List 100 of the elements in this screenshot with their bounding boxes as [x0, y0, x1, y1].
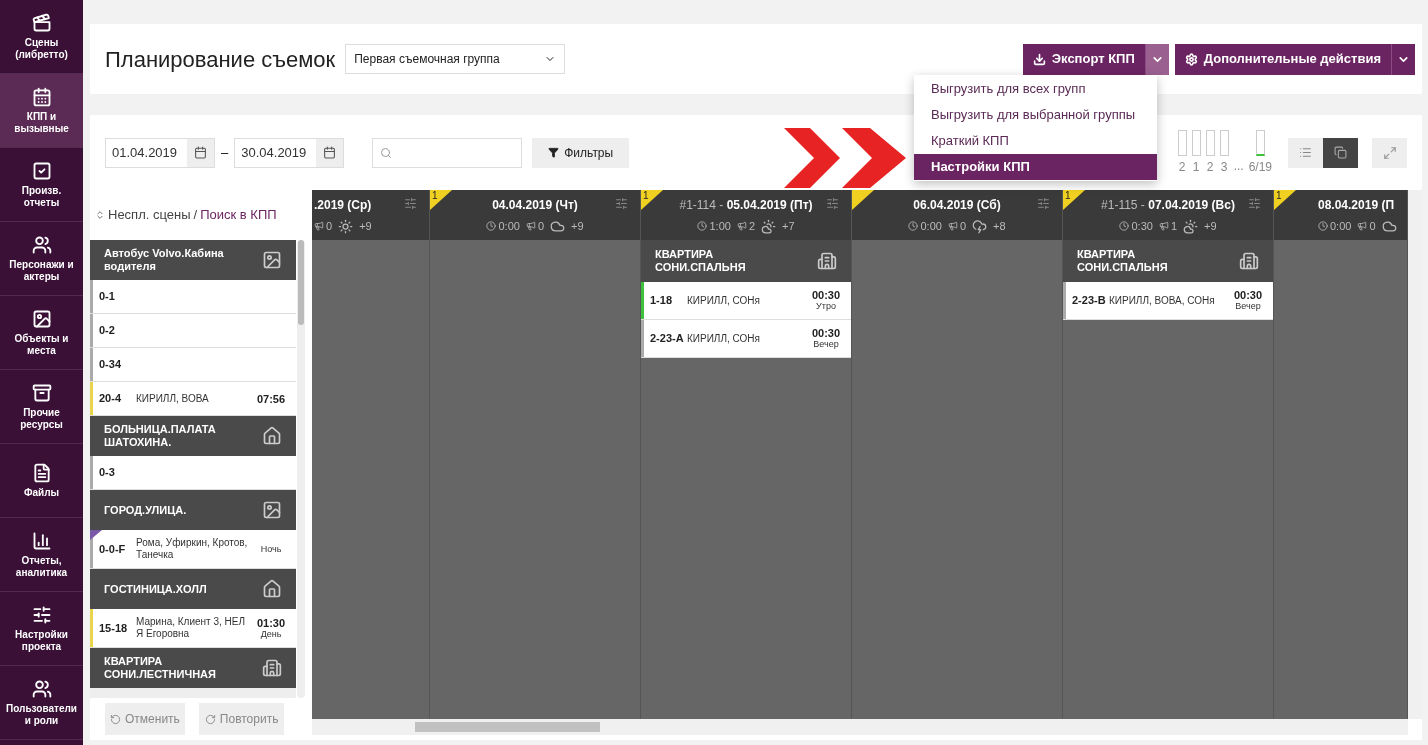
- location-icon: [262, 250, 283, 270]
- redo-icon: [204, 713, 216, 725]
- scene-row[interactable]: 0-1: [90, 280, 297, 314]
- scene-row[interactable]: 0-0-F Рома, Уфиркин, Кротов, Танечка Ночь: [90, 530, 297, 569]
- scene-cast: Рома, Уфиркин, Кротов, Танечка: [136, 537, 249, 561]
- export-caret-button[interactable]: [1144, 43, 1169, 75]
- weather-icon: [1381, 218, 1397, 234]
- scene-number: 15-18: [99, 620, 129, 636]
- sidebar-item[interactable]: КПП и вызывные: [0, 74, 83, 148]
- day-date: 04.04.2019 (Чт): [492, 197, 578, 212]
- scene-number: 1-18: [650, 293, 674, 309]
- day-flag: 1: [430, 190, 452, 210]
- scene-cast: КИРИЛЛ, СОНя: [687, 294, 761, 307]
- page-title: Планирование съемок: [105, 45, 336, 74]
- day-settings-icon[interactable]: [1037, 197, 1050, 210]
- nav-icon: [31, 382, 52, 403]
- building-icon: [817, 251, 837, 271]
- location-name: Автобус Volvo.Кабина водителя: [104, 247, 225, 273]
- scene-duration: 00:30: [1233, 289, 1263, 301]
- filters-button[interactable]: Фильтры: [532, 137, 630, 168]
- day-flag: 1: [641, 190, 663, 210]
- scene-row[interactable]: 0-3: [90, 456, 297, 490]
- day-settings-icon[interactable]: [1248, 197, 1261, 210]
- clock-icon: [908, 221, 919, 231]
- actions-button[interactable]: Дополнительные действия: [1174, 43, 1391, 75]
- scene-cast: КИРИЛЛ, СОНя: [687, 332, 761, 345]
- megaphone-icon: [1357, 221, 1368, 231]
- menu-item[interactable]: Настройки КПП: [914, 154, 1157, 180]
- nav-icon: [31, 234, 52, 255]
- menu-item[interactable]: Выгрузить для всех групп: [914, 76, 1157, 102]
- view-toggle[interactable]: [1323, 137, 1358, 168]
- day-duration: 1:00: [697, 217, 731, 235]
- sidebar-item[interactable]: Персонажи и актеры: [0, 222, 83, 296]
- expand-button[interactable]: [1372, 137, 1407, 168]
- nav-label: Прочие ресурсы: [19, 406, 64, 431]
- scene-row[interactable]: 0-34: [90, 348, 297, 382]
- day-extra: +7: [782, 218, 795, 234]
- nav-label: Произв. отчеты: [20, 184, 63, 209]
- nav-icon: [31, 678, 52, 699]
- scene-duration: 01:30: [256, 616, 286, 629]
- nav-label: Пользователи и роли: [5, 702, 78, 727]
- nav-label: Отчеты, аналитика: [14, 554, 69, 579]
- date-field[interactable]: 01.04.2019: [105, 137, 215, 168]
- location-icon: [262, 426, 283, 446]
- location-name: КВАРТИРА СОНИ.СПАЛЬНЯ: [1077, 248, 1169, 274]
- day-date: 05.04.2019 (Пт): [726, 197, 813, 212]
- sidebar-item[interactable]: Прочие ресурсы: [0, 370, 83, 444]
- megaphone-icon: [525, 221, 536, 231]
- actions-caret-button[interactable]: [1391, 43, 1415, 75]
- scene-number: 2-23-А: [650, 331, 685, 347]
- scene-cast: КИРИЛЛ, ВОВА, СОНя: [1109, 294, 1216, 307]
- group-select[interactable]: Первая съемочная группа: [345, 44, 566, 74]
- scene-daypart: День: [260, 628, 282, 640]
- sidebar-item[interactable]: Отчеты, аналитика: [0, 518, 83, 592]
- sidebar-item[interactable]: Файлы: [0, 444, 83, 518]
- day-settings-icon[interactable]: [404, 197, 417, 210]
- day-extra: +9: [1204, 218, 1217, 234]
- scene-row[interactable]: 1-18 КИРИЛЛ, СОНя 00:30 Утро: [641, 282, 851, 320]
- scene-daypart: Вечер: [1235, 301, 1261, 312]
- search-field[interactable]: [372, 137, 523, 168]
- weather-icon: [550, 218, 565, 234]
- search-link[interactable]: Поиск в КПП: [200, 205, 277, 225]
- day-duration: 0:30: [1119, 217, 1153, 235]
- weather-icon: [338, 218, 354, 234]
- menu-item[interactable]: Краткий КПП: [914, 128, 1157, 154]
- nav-label: Персонажи и актеры: [8, 258, 75, 283]
- export-button[interactable]: Экспорт КПП: [1022, 43, 1145, 75]
- nav-label: Сцены (либретто): [14, 36, 69, 61]
- megaphone-icon: [1158, 221, 1169, 231]
- nav-label: Файлы: [23, 486, 60, 499]
- day-calls: 0: [947, 217, 966, 235]
- expand-icon: [1382, 145, 1397, 160]
- scene-row[interactable]: 2-23-А КИРИЛЛ, СОНя 00:30 Вечер: [641, 320, 851, 358]
- scene-row[interactable]: 0-2: [90, 314, 297, 348]
- location-icon: [262, 500, 283, 520]
- sidebar-item[interactable]: Пользователи и роли: [0, 666, 83, 740]
- scene-row[interactable]: 20-4 КИРИЛЛ, ВОВА 07:56: [90, 382, 297, 416]
- settings-icon: [1184, 52, 1198, 66]
- count-label: 2: [1178, 158, 1186, 176]
- scene-number: 0-34: [99, 357, 123, 373]
- search-icon: [380, 146, 393, 159]
- pointer-arrows-icon: [784, 127, 907, 188]
- counters-gap: ...: [1233, 157, 1244, 175]
- nav-label: Настройки проекта: [14, 628, 69, 653]
- title-separator: /: [193, 206, 198, 225]
- nav-icon: [31, 530, 52, 551]
- clock-icon: [697, 221, 708, 231]
- sidebar-item[interactable]: Настройки проекта: [0, 592, 83, 666]
- view-toggle[interactable]: [1288, 137, 1323, 168]
- day-duration: 0:00: [1318, 217, 1352, 235]
- sidebar-item[interactable]: Произв. отчеты: [0, 148, 83, 222]
- day-settings-icon[interactable]: [615, 197, 628, 210]
- day-extra: +8: [993, 218, 1006, 234]
- location-icon: [262, 579, 283, 599]
- day-settings-icon[interactable]: [826, 197, 839, 210]
- location-name: ГОРОД.УЛИЦА.: [104, 503, 188, 517]
- menu-item[interactable]: Выгрузить для выбранной группы: [914, 102, 1157, 128]
- scene-row[interactable]: 2-23-В КИРИЛЛ, ВОВА, СОНя 00:30 Вечер: [1063, 282, 1273, 320]
- date-field[interactable]: 30.04.2019: [234, 137, 345, 168]
- sidebar-item[interactable]: Объекты и места: [0, 296, 83, 370]
